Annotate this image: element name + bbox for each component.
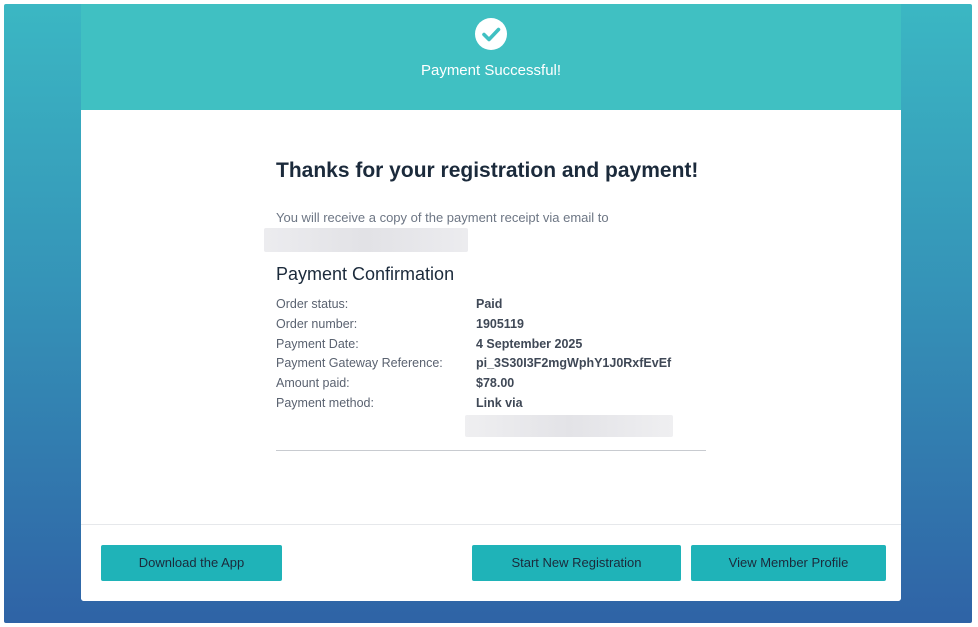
detail-row-amount-paid: Amount paid: $78.00 (276, 376, 706, 396)
payment-details: Order status: Paid Order number: 1905119… (276, 297, 706, 416)
detail-row-order-status: Order status: Paid (276, 297, 706, 317)
payment-result-card: Payment Successful! Thanks for your regi… (81, 4, 901, 601)
divider (276, 450, 706, 451)
receipt-notice: You will receive a copy of the payment r… (276, 210, 609, 225)
detail-row-payment-method: Payment method: Link via (276, 396, 706, 416)
detail-row-payment-date: Payment Date: 4 September 2025 (276, 337, 706, 357)
success-header: Payment Successful! (81, 4, 901, 110)
detail-row-order-number: Order number: 1905119 (276, 317, 706, 337)
detail-label: Payment method: (276, 395, 374, 410)
confirmation-content: Thanks for your registration and payment… (264, 154, 706, 451)
detail-label: Order status: (276, 297, 349, 311)
view-member-profile-button[interactable]: View Member Profile (691, 545, 886, 581)
redacted-email (264, 228, 468, 252)
check-circle-icon (475, 18, 507, 50)
detail-value: 4 September 2025 (476, 336, 583, 351)
page-title: Thanks for your registration and payment… (276, 159, 699, 182)
detail-label: Order number: (276, 316, 358, 331)
action-footer: Download the App Start New Registration … (81, 524, 901, 601)
detail-value: $78.00 (476, 376, 515, 391)
download-app-button[interactable]: Download the App (101, 545, 282, 581)
start-new-registration-button[interactable]: Start New Registration (472, 545, 681, 581)
detail-label: Amount paid: (276, 376, 350, 391)
detail-row-gateway-reference: Payment Gateway Reference: pi_3S30I3F2mg… (276, 356, 706, 376)
detail-value: Paid (476, 297, 503, 311)
confirmation-title: Payment Confirmation (276, 264, 455, 284)
detail-value: 1905119 (476, 316, 524, 331)
detail-value: Link via (476, 395, 523, 410)
redacted-payment-method (465, 415, 673, 437)
detail-label: Payment Date: (276, 336, 359, 351)
detail-label: Payment Gateway Reference: (276, 356, 443, 371)
success-title: Payment Successful! (420, 62, 562, 79)
detail-value: pi_3S30I3F2mgWphY1J0RxfEvEf (476, 356, 672, 371)
